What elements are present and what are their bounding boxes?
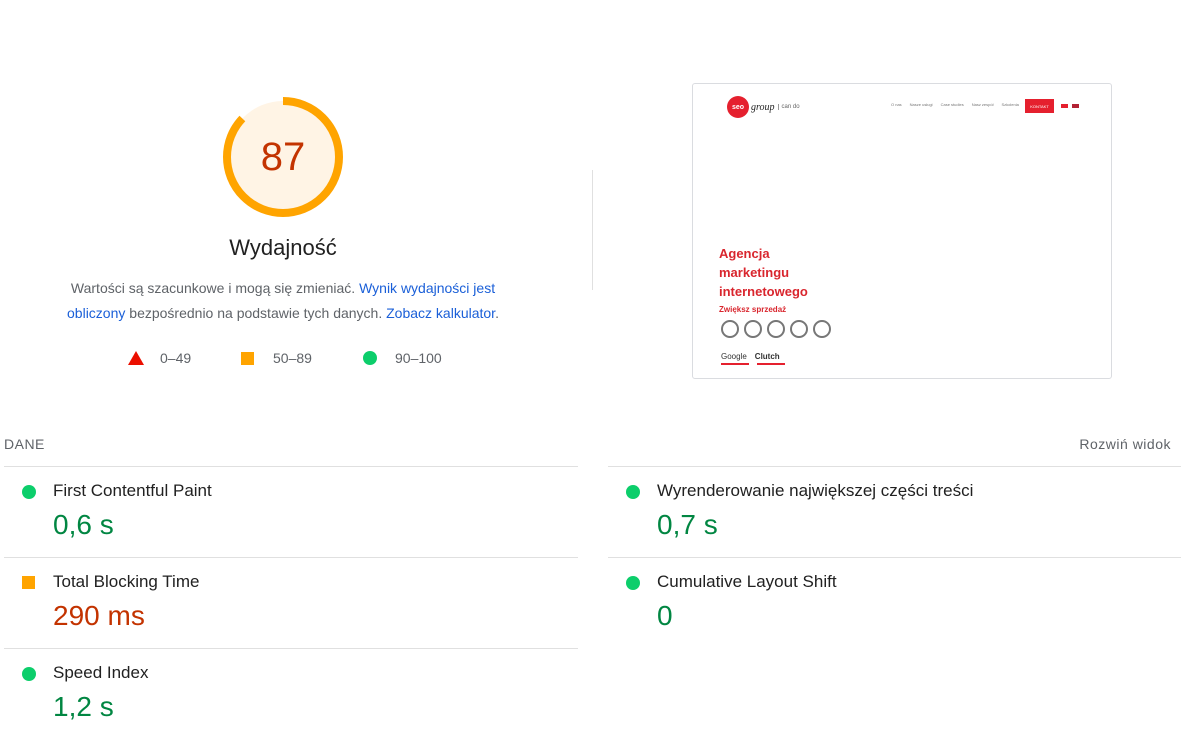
score-description: Wartości są szacunkowe i mogą się zmieni… [40,276,526,326]
legend-range: 50–89 [273,350,312,366]
final-screenshot: seo group can do O nas Nasze usługi Case… [692,83,1112,379]
calculator-link[interactable]: Zobacz kalkulator [386,305,495,321]
pass-circle-icon [22,667,36,681]
site-logo: seo group can do [727,96,800,118]
metric-name: Speed Index [53,663,149,682]
description-text-2: bezpośrednio na podstawie tych danych. [125,305,387,321]
pass-circle-icon [626,485,640,499]
site-nav-item: Nasz zespół [971,102,994,107]
gauge-score: 87 [260,134,306,179]
legend-range: 90–100 [395,350,442,366]
site-cta-button: KONTAKT [1025,99,1054,113]
vertical-divider [592,170,593,290]
circle-icon [363,351,377,365]
triangle-icon [128,351,144,365]
metric-speed-index: Speed Index 1,2 s [4,648,578,739]
metric-name: Wyrenderowanie największej części treści [657,481,974,500]
pass-circle-icon [626,576,640,590]
site-nav-item: Szkolenia [1001,102,1019,107]
site-nav: O nas Nasze usługi Case studies Nasz zes… [891,102,1019,107]
brand-clutch: Clutch [754,352,780,361]
metric-value: 0,6 s [53,509,114,540]
language-flags-icon [1061,104,1079,108]
metric-largest-contentful-paint: Wyrenderowanie największej części treści… [608,466,1181,557]
legend-item-fail: 0–49 [128,350,191,366]
site-nav-item: Case studies [940,102,964,107]
logo-tagline: can do [777,104,800,110]
award-laurels-icon [721,320,831,338]
metric-name: Cumulative Layout Shift [657,572,837,591]
description-text-1: Wartości są szacunkowe i mogą się zmieni… [70,280,360,296]
metric-name: First Contentful Paint [53,481,212,500]
metric-value: 0 [657,600,673,631]
hero-line: marketingu [719,265,790,280]
logo-badge: seo [727,96,749,118]
review-brands: Google Clutch [721,352,780,361]
metrics-section-label: DANE [4,436,45,452]
rating-stars-icon [721,363,785,365]
metric-value: 0,7 s [657,509,718,540]
metric-first-contentful-paint: First Contentful Paint 0,6 s [4,466,578,557]
hero-line: internetowego [719,284,808,299]
site-hero-heading: Agencja marketingu internetowego [719,244,808,301]
site-hero-subheading: Zwiększ sprzedaż [719,305,787,314]
brand-google: Google [721,352,747,361]
metric-value: 1,2 s [53,691,114,722]
hero-line: Agencja [719,246,770,261]
metric-name: Total Blocking Time [53,572,200,591]
metric-cumulative-layout-shift: Cumulative Layout Shift 0 [608,557,1181,648]
performance-gauge: 87 [222,96,344,218]
site-nav-item: O nas [891,102,902,107]
pass-circle-icon [22,485,36,499]
average-square-icon [22,576,35,589]
legend-item-pass: 90–100 [363,350,442,366]
metric-value: 290 ms [53,600,145,631]
description-text-3: . [495,305,499,321]
site-nav-item: Nasze usługi [909,102,933,107]
metric-total-blocking-time: Total Blocking Time 290 ms [4,557,578,648]
expand-view-toggle[interactable]: Rozwiń widok [1079,436,1171,452]
legend-item-average: 50–89 [241,350,312,366]
square-icon [241,351,254,365]
category-title: Wydajność [229,235,337,260]
legend-range: 0–49 [160,350,192,366]
logo-text: group [751,101,775,113]
